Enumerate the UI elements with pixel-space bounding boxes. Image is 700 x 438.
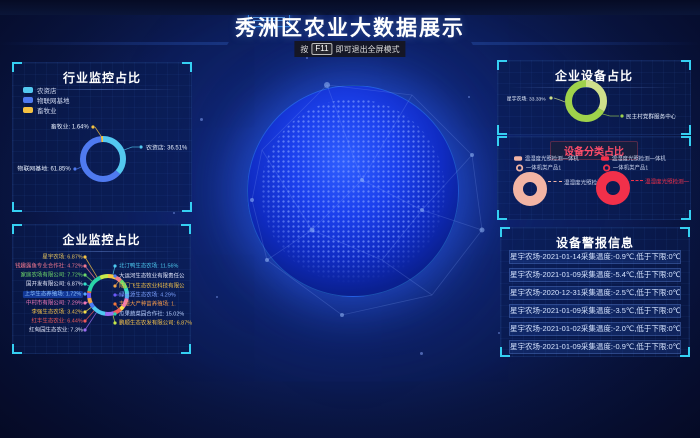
panel-equipment-ratio: 企业设备占比 星宇农场: 33.33% 民主村党群服务中心:	[497, 60, 691, 135]
corner-bracket	[12, 62, 22, 72]
legend-item[interactable]: 温湿度光照检测一体机	[514, 154, 579, 162]
panel-industry-monitor: 行业监控占比 农资店 物联网基地 畜牧业 畜牧业: 1.64% 农资店: 36.…	[12, 62, 192, 212]
corner-bracket	[497, 136, 507, 146]
enterprise-slice-label: 绿思源生态农场: 4.29%	[119, 292, 176, 299]
f11-keycap: F11	[311, 43, 332, 55]
pointer-label: 温湿度光照检测一	[645, 177, 689, 186]
enterprise-slice-label: 上华生态养殖场: 1.72%	[23, 291, 83, 298]
slice-label-minzhu: 民主村党群服务中心:	[626, 113, 676, 121]
enterprise-slice-label: 红甸园生态农业: 7.3%	[29, 327, 83, 334]
corner-bracket	[681, 125, 691, 135]
alarm-row: 星宇农场-2021-01-14采集温度:-0.9℃,低于下限:0℃	[509, 250, 681, 264]
corner-bracket	[497, 60, 507, 70]
device-class-left-donut[interactable]	[513, 172, 547, 206]
leader-line	[631, 180, 643, 181]
background-dot	[468, 96, 470, 98]
corner-bracket	[500, 227, 510, 237]
industry-donut-chart[interactable]	[13, 63, 191, 211]
corner-bracket	[681, 60, 691, 70]
corner-bracket	[182, 62, 192, 72]
panel-title: 设备警报信息	[501, 228, 689, 251]
panel-device-alarms: 设备警报信息 星宇农场-2021-01-14采集温度:-0.9℃,低于下限:0℃…	[500, 227, 690, 357]
slice-label-agri-store: 农资店: 36.51%	[146, 144, 187, 153]
enterprise-slice-label: 钱趣露鱼专业合作社: 4.72%	[15, 263, 83, 270]
legend-label: 一体机类产品1	[526, 163, 561, 171]
corner-bracket	[681, 210, 691, 220]
enterprise-slice-label: 北汀鸭生态农场: 11.56%	[119, 263, 178, 270]
enterprise-slice-label: 国开发有限公司: 6.87%	[26, 281, 83, 288]
corner-bracket	[12, 224, 22, 234]
enterprise-slice-label: 丰潭大产种苗养殖场: 1.	[119, 301, 176, 308]
corner-bracket	[181, 224, 191, 234]
panel-enterprise-monitor: 企业监控占比 星宇农场: 6.87%钱趣露鱼专业合作社: 4.72%家庭农场有限…	[12, 224, 191, 354]
header: 秀洲区农业大数据展示	[0, 12, 700, 42]
alarm-row: 星宇农场-2021-01-02采集温度:-2.0℃,低于下限:0℃	[509, 322, 681, 336]
alarm-row: 星宇农场-2020-12-31采集温度:-2.5℃,低于下限:0℃	[509, 286, 681, 300]
slice-label-livestock: 畜牧业: 1.64%	[51, 123, 89, 132]
legend-item[interactable]: 一体机类产品1	[516, 163, 561, 171]
header-decor-right	[471, 42, 700, 45]
corner-bracket	[681, 136, 691, 146]
panel-device-classification: 设备分类占比 温湿度光照检测一体机 一体机类产品1 温湿度光照检测一 温湿度光照…	[497, 136, 691, 220]
enterprise-slice-label: 星宇农场: 6.87%	[43, 254, 83, 261]
slice-label-xingyu: 星宇农场: 33.33%	[507, 96, 546, 103]
corner-bracket	[12, 344, 22, 354]
legend-swatch	[601, 156, 609, 161]
header-decor-left	[0, 42, 229, 45]
device-class-right-donut[interactable]	[596, 171, 630, 205]
legend-swatch	[514, 156, 522, 161]
legend-label: 温湿度光照检测一体机	[525, 154, 579, 162]
corner-bracket	[497, 125, 507, 135]
tooltip-suffix: 即可退出全屏模式	[336, 44, 400, 55]
enterprise-slice-label: 家庭农场有限公司: 7.72%	[21, 272, 83, 279]
legend-label: 一体机类产品1	[613, 163, 648, 171]
enterprise-slice-label: 瓜果蔬菜园合作社: 15.02%	[119, 311, 184, 318]
leader-line	[548, 181, 562, 182]
background-dot	[420, 352, 423, 355]
slice-label-iot-base: 物联网基地: 61.85%	[18, 165, 71, 174]
globe-network-lines	[232, 60, 492, 325]
alarm-row: 星宇农场-2021-01-09采集温度:-0.9℃,低于下限:0℃	[509, 340, 681, 354]
alarm-row: 星宇农场-2021-01-09采集温度:-5.4℃,低于下限:0℃	[509, 268, 681, 282]
background-dot	[306, 57, 308, 59]
fullscreen-tooltip: 按 F11 即可退出全屏模式	[294, 41, 405, 57]
corner-bracket	[181, 344, 191, 354]
enterprise-slice-label: 陆门飞生态农业科技有限公	[119, 283, 185, 290]
corner-bracket	[680, 227, 690, 237]
enterprise-slice-label: 中村市有限公司: 7.29%	[26, 300, 83, 307]
corner-bracket	[680, 347, 690, 357]
corner-bracket	[12, 202, 22, 212]
enterprise-slice-label: 红丰生态农业: 6.44%	[32, 318, 83, 325]
legend-ring-swatch	[603, 164, 610, 171]
enterprise-slice-label: 大运河生态牧业有限责任公	[119, 273, 185, 280]
corner-bracket	[500, 347, 510, 357]
enterprise-slice-label: 鹏顺生态农发有限公司: 6.87%	[119, 320, 192, 327]
enterprise-slice-label: 李强生态农场: 3.42%	[32, 309, 83, 316]
corner-bracket	[497, 210, 507, 220]
legend-ring-swatch	[516, 164, 523, 171]
page-title: 秀洲区农业大数据展示	[235, 17, 465, 40]
tooltip-prefix: 按	[300, 44, 308, 55]
corner-bracket	[182, 202, 192, 212]
background-dot	[200, 118, 203, 121]
background-dot	[216, 296, 218, 298]
legend-item[interactable]: 温湿度光照检测一体机	[601, 154, 666, 162]
dashboard: 秀洲区农业大数据展示 按 F11 即可退出全屏模式 行业监控占比 农资店 物联网…	[0, 0, 700, 438]
legend-label: 温湿度光照检测一体机	[612, 154, 666, 162]
background-dot	[173, 212, 175, 214]
alarm-row: 星宇农场-2021-01-09采集温度:-3.5℃,低于下限:0℃	[509, 304, 681, 318]
